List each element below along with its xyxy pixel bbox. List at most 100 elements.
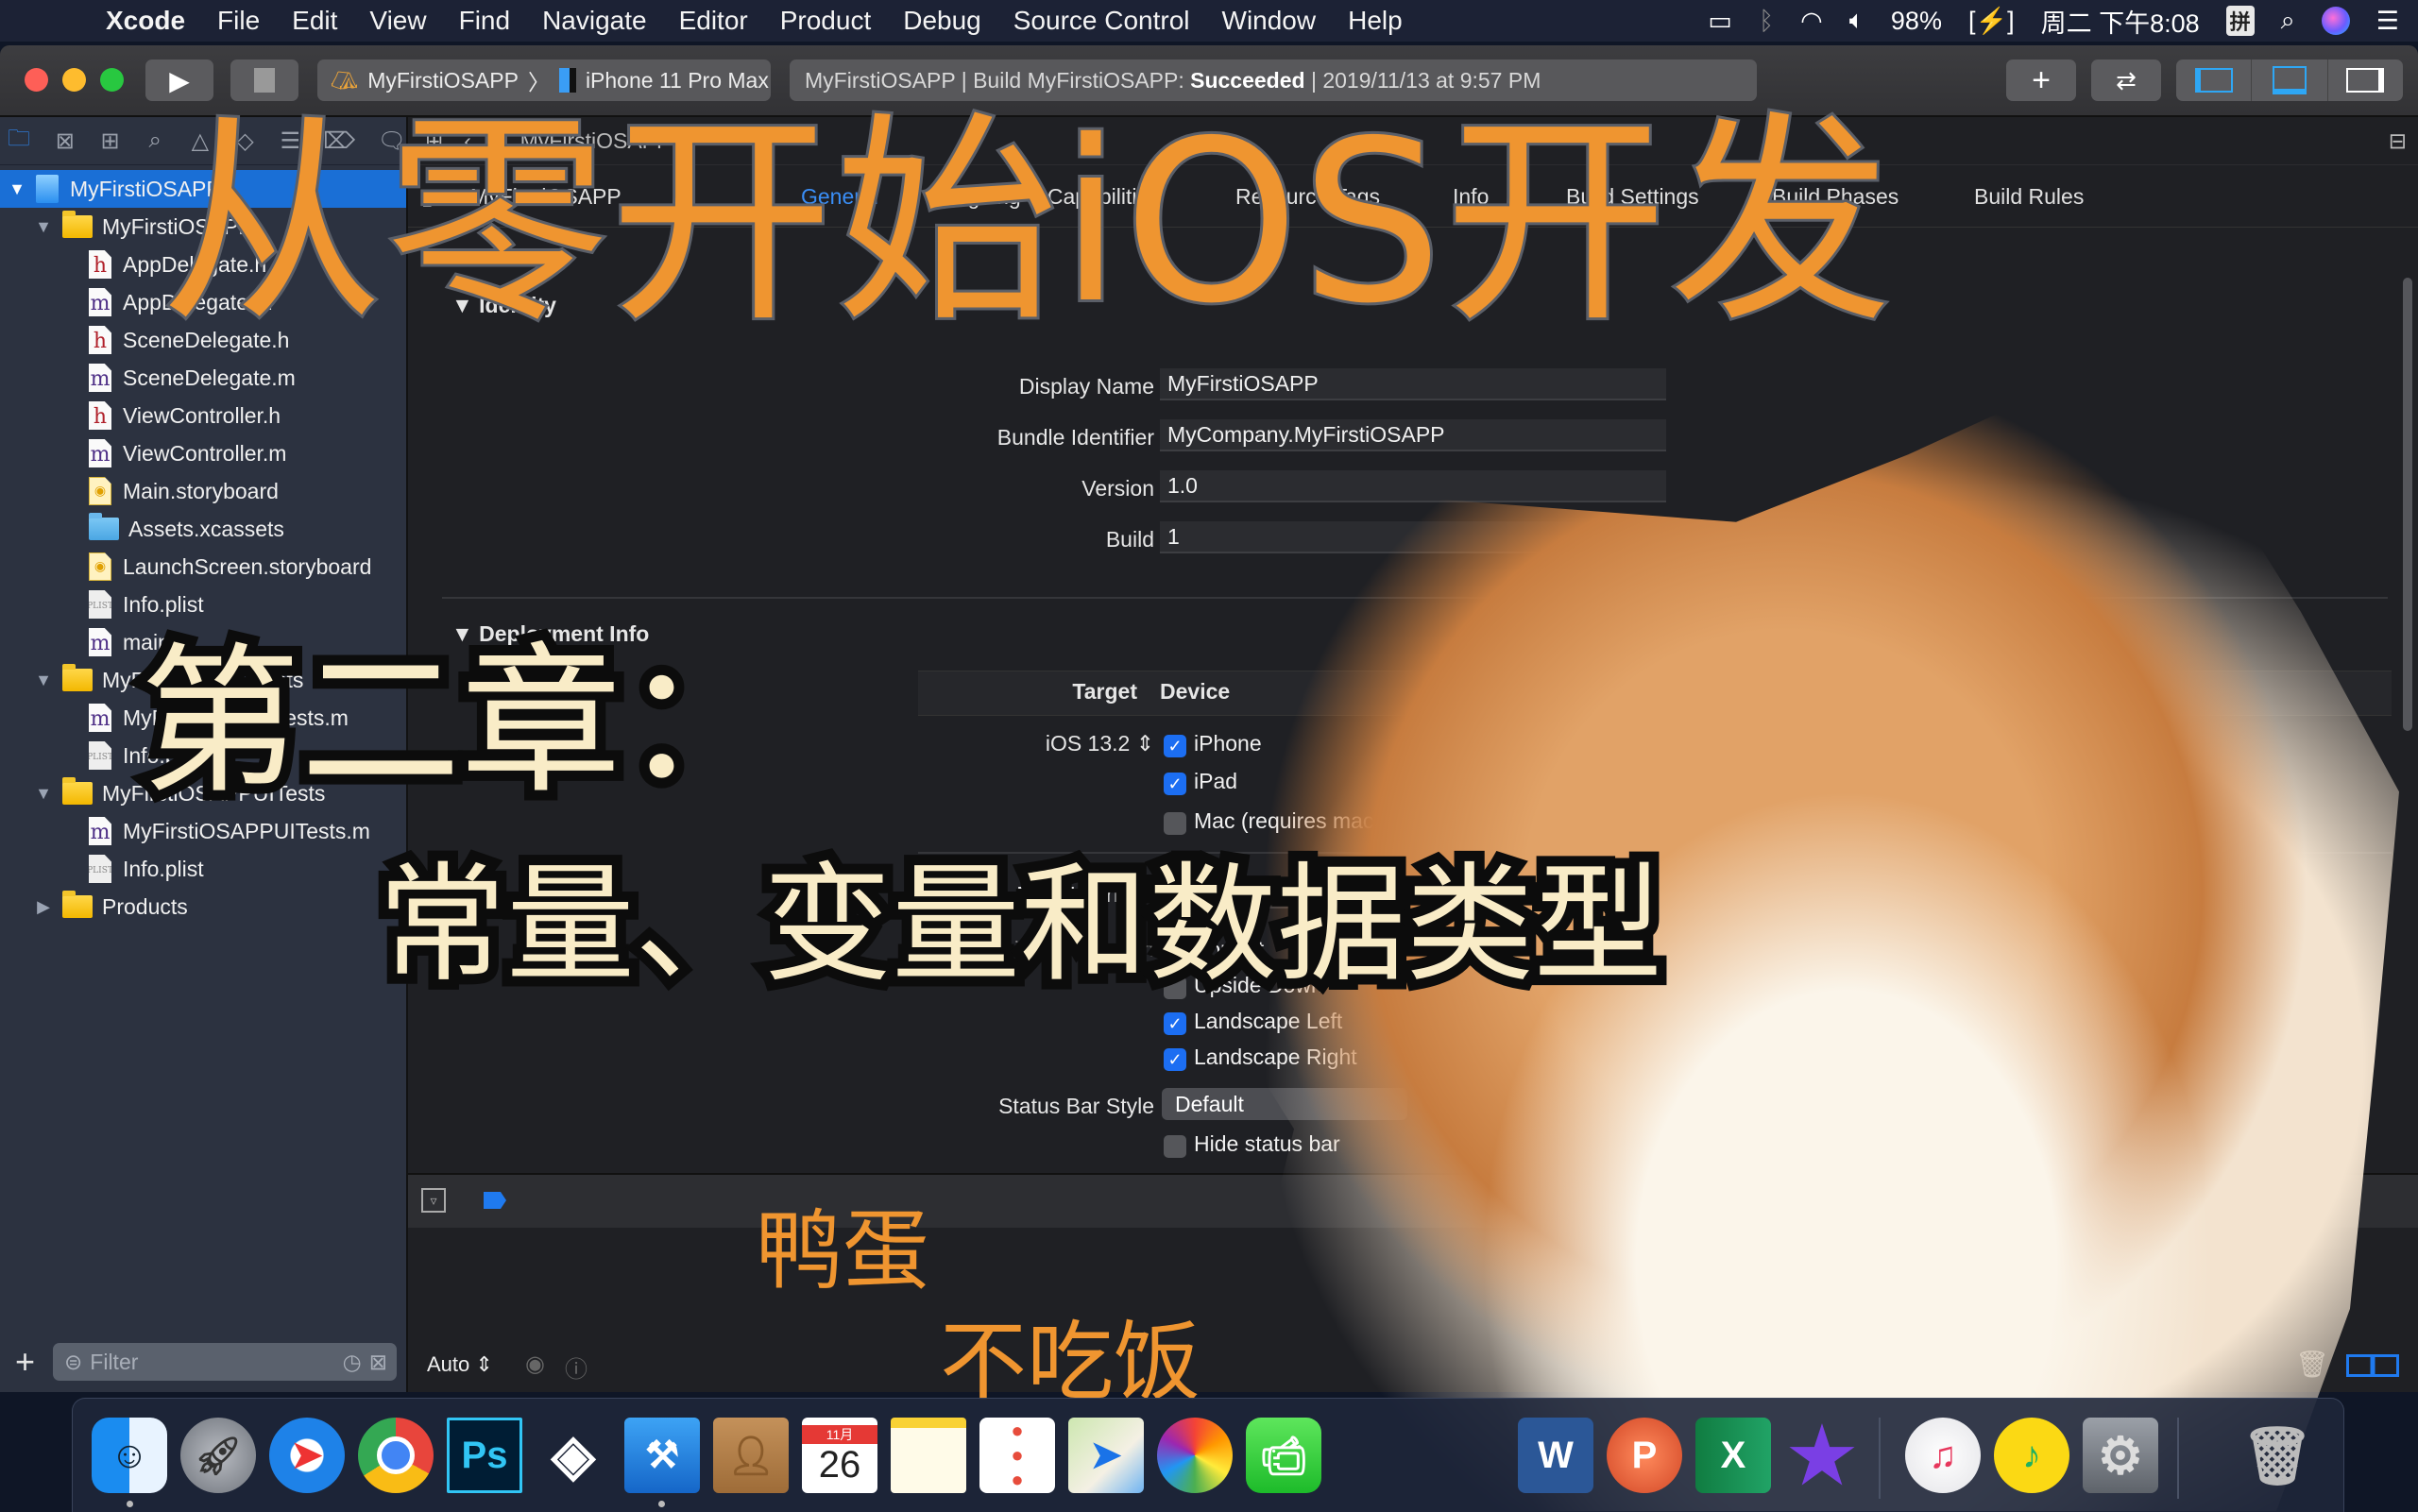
split-editor-icon[interactable]: ⊟: [2389, 128, 2407, 154]
disclosure-expanded-icon[interactable]: ▼: [8, 179, 26, 199]
file-tree-label: ViewController.m: [123, 440, 287, 466]
dock-word[interactable]: W: [1518, 1418, 1593, 1493]
recent-files-icon[interactable]: ◷: [343, 1350, 362, 1375]
hide-status-bar-checkbox[interactable]: [1164, 1135, 1186, 1158]
file-tree-item[interactable]: ◉ Main.storyboard: [0, 472, 406, 510]
landscape-right-checkbox[interactable]: ✓: [1164, 1048, 1186, 1071]
dock-itunes[interactable]: ♫: [1905, 1418, 1981, 1493]
wifi-icon[interactable]: ◠: [1800, 7, 1823, 36]
folder-icon: [62, 777, 93, 805]
display-name-field[interactable]: MyFirstiOSAPP: [1160, 368, 1666, 400]
build-status: Succeeded: [1190, 67, 1305, 93]
code-review-button[interactable]: ⇄: [2091, 59, 2161, 101]
menu-find[interactable]: Find: [459, 6, 510, 36]
battery-icon[interactable]: [⚡]: [1968, 6, 2015, 36]
folder-icon[interactable]: 🗀: [8, 126, 30, 155]
ipad-checkbox[interactable]: ✓: [1164, 773, 1186, 795]
dock-xcode[interactable]: ⚒: [624, 1418, 700, 1493]
tab-build-rules[interactable]: Build Rules: [1974, 184, 2084, 210]
library-button[interactable]: +: [2006, 59, 2076, 101]
menu-window[interactable]: Window: [1222, 6, 1317, 36]
folder-icon: [62, 211, 93, 238]
file-tree-item[interactable]: ◉ LaunchScreen.storyboard: [0, 548, 406, 586]
disclosure-expanded-icon[interactable]: ▼: [34, 784, 53, 804]
landscape-left-checkbox[interactable]: ✓: [1164, 1012, 1186, 1035]
plus-icon: +: [2032, 61, 2051, 98]
menu-help[interactable]: Help: [1348, 6, 1403, 36]
dock-reminders[interactable]: ● ● ●: [979, 1418, 1055, 1493]
version-field[interactable]: 1.0: [1160, 470, 1666, 502]
menu-file[interactable]: File: [217, 6, 260, 36]
file-tree-item[interactable]: PLIST Info.plist: [0, 586, 406, 623]
menu-navigate[interactable]: Navigate: [542, 6, 647, 36]
clock[interactable]: 周二 下午8:08: [2041, 3, 2200, 40]
airplay-icon[interactable]: ▭: [1708, 7, 1732, 36]
dock-safari[interactable]: ➤: [269, 1418, 345, 1493]
toggle-inspector-button[interactable]: [2328, 59, 2403, 101]
hide-debug-area-icon[interactable]: ▿: [421, 1188, 446, 1213]
file-tree-item[interactable]: Assets.xcassets: [0, 510, 406, 548]
dock-trash[interactable]: 🗑︎: [2239, 1418, 2315, 1493]
bluetooth-icon[interactable]: ᛒ: [1759, 7, 1774, 36]
iphone-checkbox[interactable]: ✓: [1164, 735, 1186, 757]
input-method-icon[interactable]: 拼: [2225, 6, 2255, 36]
dock-notes[interactable]: [891, 1418, 966, 1493]
dock-facetime[interactable]: 📹︎: [1246, 1418, 1321, 1493]
dock-launchpad[interactable]: 🚀︎: [180, 1418, 256, 1493]
source-control-icon[interactable]: ⊠: [55, 127, 76, 155]
dock-chrome[interactable]: [358, 1418, 434, 1493]
zoom-window-button[interactable]: [100, 68, 124, 92]
split-console-icon[interactable]: [2346, 1354, 2399, 1377]
quick-look-icon[interactable]: ◉: [525, 1351, 545, 1378]
disclosure-expanded-icon[interactable]: ▼: [34, 217, 53, 237]
dock-system-preferences[interactable]: ⚙: [2083, 1418, 2158, 1493]
bundle-identifier-field[interactable]: MyCompany.MyFirstiOSAPP: [1160, 419, 1666, 451]
info-icon[interactable]: ⓘ: [565, 1351, 587, 1384]
mac-checkbox[interactable]: [1164, 812, 1186, 835]
editor-scrollbar[interactable]: [2403, 278, 2412, 731]
dock-imovie[interactable]: ★: [1784, 1414, 1860, 1498]
file-tree-item[interactable]: h ViewController.h: [0, 397, 406, 434]
toggle-navigator-button[interactable]: [2176, 59, 2253, 101]
dock-photoshop[interactable]: Ps: [447, 1418, 522, 1493]
menu-editor[interactable]: Editor: [679, 6, 748, 36]
dock-contacts[interactable]: 👤︎: [713, 1418, 789, 1493]
menu-source-control[interactable]: Source Control: [1013, 6, 1190, 36]
ios-version-popup[interactable]: iOS 13.2 ⇕: [1046, 731, 1154, 756]
dock-powerpoint[interactable]: P: [1607, 1418, 1682, 1493]
dock-finder[interactable]: ☺: [92, 1418, 167, 1493]
notification-center-icon[interactable]: ☰: [2376, 7, 2399, 36]
add-file-button[interactable]: +: [15, 1345, 35, 1379]
file-tree-item[interactable]: m SceneDelegate.m: [0, 359, 406, 397]
volume-icon[interactable]: 🔈︎: [1849, 6, 1865, 36]
menu-view[interactable]: View: [369, 6, 426, 36]
menu-debug[interactable]: Debug: [903, 6, 981, 36]
close-window-button[interactable]: [25, 68, 48, 92]
file-tree-item[interactable]: ▶ Products: [0, 888, 406, 926]
siri-icon[interactable]: [2321, 7, 2350, 35]
dock-unity[interactable]: ◈: [536, 1418, 611, 1493]
dock-photos[interactable]: [1157, 1418, 1233, 1493]
file-tree-item[interactable]: m MyFirstiOSAPPUITests.m: [0, 812, 406, 850]
breakpoints-toggle-icon[interactable]: [484, 1192, 506, 1209]
symbol-icon[interactable]: ⊞: [100, 127, 121, 155]
menu-edit[interactable]: Edit: [292, 6, 337, 36]
spotlight-icon[interactable]: ⌕: [2281, 6, 2295, 36]
dock-excel[interactable]: X: [1695, 1418, 1771, 1493]
file-tree-item[interactable]: PLIST Info.plist: [0, 850, 406, 888]
minimize-window-button[interactable]: [62, 68, 86, 92]
file-tree-item[interactable]: m ViewController.m: [0, 434, 406, 472]
dock-calendar[interactable]: 11月 26: [802, 1418, 877, 1493]
disclosure-expanded-icon[interactable]: ▼: [34, 671, 53, 690]
dock-qq-music[interactable]: ♪: [1994, 1418, 2069, 1493]
dock-maps[interactable]: ➤: [1068, 1418, 1144, 1493]
source-control-filter-icon[interactable]: ⊠: [369, 1350, 387, 1375]
compass-icon: ➤: [291, 1435, 323, 1476]
toggle-debug-area-button[interactable]: [2252, 59, 2328, 101]
photoshop-icon: Ps: [461, 1434, 508, 1476]
menu-product[interactable]: Product: [780, 6, 872, 36]
disclosure-collapsed-icon[interactable]: ▶: [34, 897, 53, 917]
menu-app[interactable]: Xcode: [106, 6, 185, 36]
scope-selector[interactable]: Auto ⇕: [427, 1352, 493, 1377]
navigator-filter[interactable]: ⊜ Filter ◷ ⊠: [53, 1343, 397, 1381]
